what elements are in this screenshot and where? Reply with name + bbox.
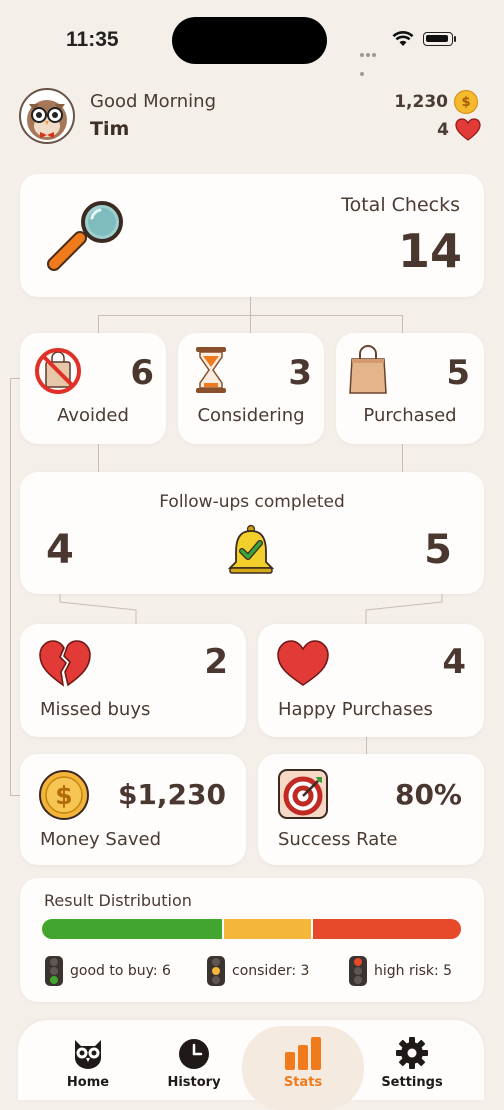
happy-purchases-value: 4 [442,642,466,682]
distribution-segment-good [42,919,222,939]
purchased-value: 5 [446,353,470,393]
legend-consider: consider: 3 [207,956,309,986]
considering-label: Considering [197,405,305,426]
nav-item-home[interactable]: Home [40,1020,136,1100]
connector-line [10,378,11,795]
missed-buys-value: 2 [204,642,228,682]
followups-left-value: 4 [46,527,74,573]
nav-label-home: Home [66,1075,110,1090]
svg-text:$: $ [55,781,72,810]
nav-item-settings[interactable]: Settings [364,1020,460,1100]
status-bar: 11:35 [0,0,504,80]
traffic-light-yellow-icon [207,956,225,986]
purchased-card[interactable]: 5 Purchased [336,333,484,444]
legend-high-risk-label: high risk: 5 [374,963,453,979]
money-saved-label: Money Saved [40,829,162,850]
bell-check-icon [227,524,275,574]
bottom-nav: Home History Stats Settings [18,1020,484,1110]
followups-label: Follow-ups completed [159,492,345,512]
traffic-light-red-icon [349,956,367,986]
distribution-segment-consider [221,919,312,939]
considering-value: 3 [288,353,312,393]
legend-good-to-buy: good to buy: 6 [45,956,171,986]
wifi-icon [392,31,414,46]
owl-icon [27,100,67,140]
connector-line [366,737,367,754]
connector-line [98,444,99,472]
connector-line [402,315,403,333]
happy-purchases-label: Happy Purchases [278,699,433,720]
nav-item-history[interactable]: History [146,1020,242,1100]
cellular-signal-icon [360,42,382,76]
heart-count: 4 [437,120,449,140]
connector-line [10,795,20,796]
coin-balance: 1,230 $ [394,90,478,114]
money-saved-value: $1,230 [117,778,226,811]
purchased-label: Purchased [363,405,457,426]
money-saved-card[interactable]: $ $1,230 Money Saved [20,754,246,865]
broken-heart-icon [39,640,91,687]
owl-avatar[interactable] [19,88,75,144]
avoided-value: 6 [130,353,154,393]
legend-good-to-buy-label: good to buy: 6 [70,963,171,979]
coin-count: 1,230 [394,92,448,112]
magnifying-glass-icon [47,201,123,271]
heart-icon [277,640,329,686]
avoided-label: Avoided [57,405,129,426]
header: Good Morning Tim 1,230 $ 4 [0,80,504,158]
total-checks-value: 14 [397,224,462,278]
success-rate-label: Success Rate [278,829,398,850]
distribution-segment-high-risk [311,919,461,939]
distribution-bar [42,919,461,939]
followups-right-value: 5 [424,527,452,573]
hourglass-icon [196,347,226,393]
missed-buys-card[interactable]: 2 Missed buys [20,624,246,737]
shopping-bag-icon [349,345,387,394]
coin-icon: $ [454,90,478,114]
clock-icon [179,1039,209,1069]
nav-label-settings: Settings [381,1075,443,1090]
legend-high-risk: high risk: 5 [349,956,452,986]
connector-line [250,297,251,315]
target-icon [278,769,328,819]
no-shopping-bag-icon [35,348,81,394]
nav-label-history: History [167,1075,221,1090]
owl-icon [75,1040,101,1069]
greeting-text: Good Morning [90,91,216,112]
dynamic-island [172,17,327,64]
missed-buys-label: Missed buys [40,699,151,720]
battery-icon [423,32,456,46]
happy-purchases-card[interactable]: 4 Happy Purchases [258,624,484,737]
success-rate-value: 80% [394,778,462,811]
connector-line [10,378,20,379]
connector-line [402,444,403,472]
heart-balance: 4 [437,118,481,142]
gear-icon [396,1037,428,1069]
avoided-card[interactable]: 6 Avoided [20,333,166,444]
total-checks-card[interactable]: Total Checks 14 [20,174,484,297]
legend-consider-label: consider: 3 [232,963,310,979]
status-time: 11:35 [66,28,119,51]
username: Tim [90,118,130,140]
traffic-light-green-icon [45,956,63,986]
bar-chart-icon [285,1037,321,1070]
nav-label-stats: Stats [283,1075,323,1090]
coin-icon: $ [39,770,89,820]
heart-icon [455,118,481,141]
success-rate-card[interactable]: 80% Success Rate [258,754,484,865]
connector-lines [59,594,443,624]
followups-card[interactable]: Follow-ups completed 4 5 [20,472,484,594]
connector-line [250,315,251,333]
nav-item-stats[interactable]: Stats [255,1020,351,1100]
connector-line [98,315,99,333]
total-checks-label: Total Checks [341,194,460,216]
considering-card[interactable]: 3 Considering [178,333,324,444]
distribution-title: Result Distribution [44,891,192,910]
